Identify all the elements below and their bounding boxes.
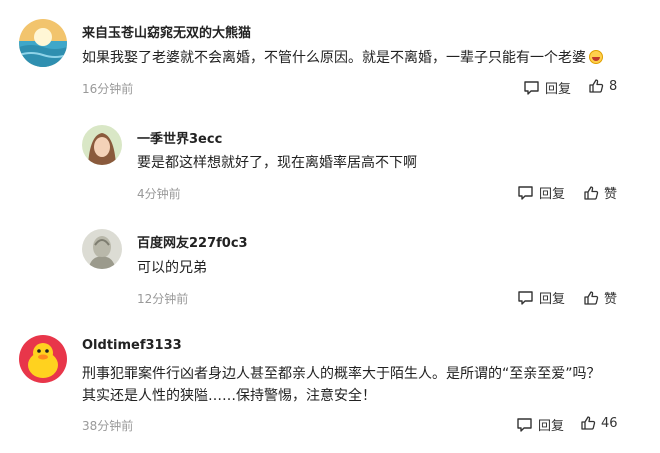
person-avatar-icon — [82, 125, 122, 165]
username[interactable]: 百度网友227f0c3 — [137, 232, 248, 251]
like-button[interactable]: 46 — [580, 415, 618, 431]
like-button[interactable]: 赞 — [583, 183, 617, 202]
reply-button[interactable]: 回复 — [517, 288, 565, 307]
comment-text: 要是都这样想就好了，现在离婚率居高不下啊 — [137, 155, 417, 171]
reply-button[interactable]: 回复 — [523, 78, 571, 97]
avatar[interactable] — [19, 335, 67, 383]
comment-bubble-icon — [524, 80, 539, 95]
username[interactable]: 来自玉苍山窈窕无双的大熊猫 — [82, 22, 251, 41]
comment-text: 如果我娶了老婆就不会离婚，不管什么原因。就是不离婚，一辈子只能有一个老婆 — [82, 45, 603, 71]
reply-button[interactable]: 回复 — [516, 415, 564, 434]
grinning-emoji-icon — [589, 50, 603, 64]
like-button[interactable]: 8 — [588, 78, 617, 94]
comment-text: 可以的兄弟 — [137, 260, 207, 276]
avatar[interactable] — [19, 19, 67, 67]
sketch-avatar-icon — [82, 229, 122, 269]
username[interactable]: 一季世界3ecc — [137, 128, 222, 147]
like-button[interactable]: 赞 — [583, 288, 617, 307]
thumbs-up-icon — [584, 185, 599, 200]
comment-text-line: 其实还是人性的狭隘……保持警惕，注意安全！ — [82, 388, 376, 404]
timestamp: 38分钟前 — [82, 419, 134, 433]
avatar[interactable] — [82, 229, 122, 269]
comment-bubble-icon — [518, 290, 533, 305]
thumbs-up-icon — [589, 79, 604, 93]
timestamp: 16分钟前 — [82, 82, 134, 96]
landscape-avatar-icon — [19, 19, 67, 67]
comment-bubble-icon — [518, 185, 533, 200]
thumbs-up-icon — [581, 416, 596, 430]
timestamp: 12分钟前 — [137, 292, 189, 306]
thumbs-up-icon — [584, 290, 599, 305]
avatar[interactable] — [82, 125, 122, 165]
username[interactable]: Oldtimef3133 — [82, 338, 182, 353]
comment-bubble-icon — [517, 417, 532, 432]
reply-button[interactable]: 回复 — [517, 183, 565, 202]
timestamp: 4分钟前 — [137, 187, 181, 201]
duck-avatar-icon — [19, 335, 67, 383]
